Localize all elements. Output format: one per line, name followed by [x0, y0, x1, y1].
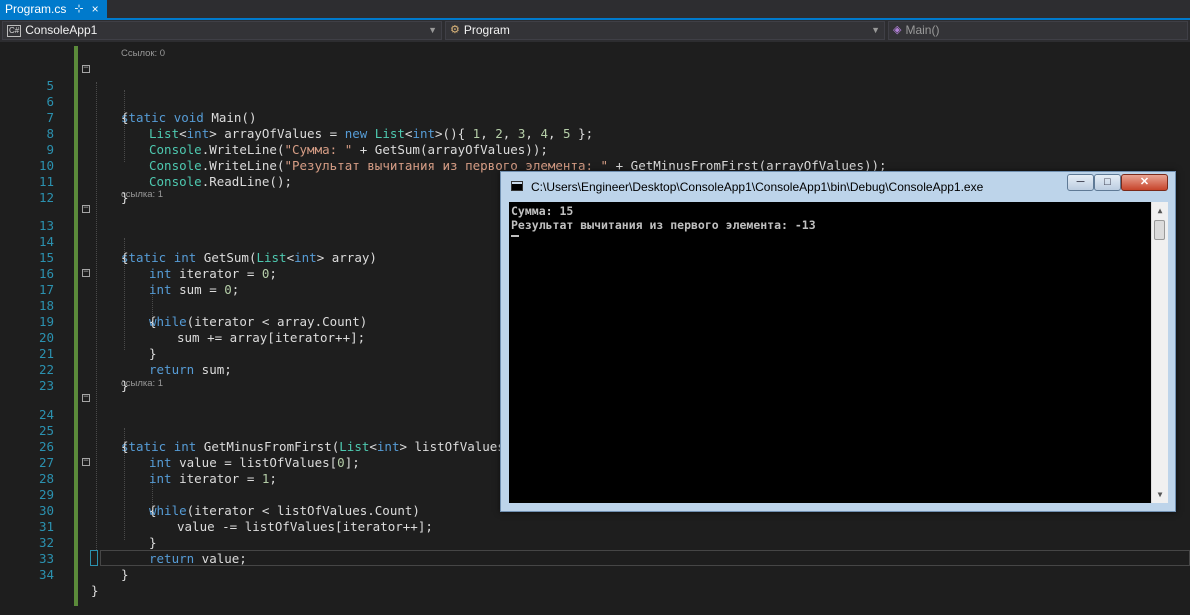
console-window[interactable]: C:\Users\Engineer\Desktop\ConsoleApp1\Co…: [500, 171, 1176, 512]
code-line: 6 {: [0, 78, 1190, 125]
code-line: 34 }: [0, 551, 1190, 598]
brace-match-highlight: [90, 550, 98, 566]
navigation-bar: C# ConsoleApp1 ▼ ⚙ Program ▼ ◈ Main(): [0, 20, 1190, 42]
line-number: 34: [38, 567, 54, 582]
brace: }: [91, 583, 99, 598]
code-line: 8 Console.WriteLine("Сумма: " + GetSum(a…: [0, 110, 1190, 157]
scroll-down-icon[interactable]: ▼: [1152, 486, 1168, 503]
csharp-project-icon: C#: [7, 24, 22, 37]
code-line: 33 }: [0, 535, 1190, 582]
pin-icon[interactable]: ⊹: [74, 0, 83, 18]
code-line: 5 − static void Main(): [0, 62, 1190, 126]
class-icon: ⚙: [450, 24, 460, 36]
member-name: Main(): [905, 23, 940, 37]
console-app-icon: [511, 181, 523, 191]
maximize-button[interactable]: □: [1094, 174, 1121, 191]
console-output[interactable]: Сумма: 15 Результат вычитания из первого…: [509, 202, 1168, 503]
chevron-down-icon: ▼: [428, 25, 437, 35]
tab-label: Program.cs: [5, 2, 67, 16]
class-dropdown[interactable]: ⚙ Program ▼: [445, 21, 885, 40]
collapse-icon[interactable]: −: [82, 268, 90, 277]
brace: }: [121, 567, 129, 582]
console-scrollbar[interactable]: ▲ ▼: [1151, 202, 1168, 503]
console-line: Результат вычитания из первого элемента:…: [511, 218, 816, 232]
minimize-button[interactable]: ─: [1067, 174, 1094, 191]
chevron-down-icon: ▼: [871, 25, 880, 35]
code-line: 9 Console.WriteLine("Результат вычитания…: [0, 126, 1190, 173]
close-tab-icon[interactable]: ×: [92, 0, 99, 18]
collapse-icon[interactable]: −: [82, 393, 90, 402]
reference-count[interactable]: Ссылок: 0: [121, 47, 165, 61]
member-dropdown[interactable]: ◈ Main(): [888, 21, 1188, 40]
class-name: Program: [463, 23, 510, 37]
console-cursor: [511, 235, 519, 237]
document-tab-bar: Program.cs ⊹ ×: [0, 0, 1190, 20]
collapse-icon[interactable]: −: [82, 64, 90, 73]
code-line: 10 Console.ReadLine();: [0, 142, 1190, 189]
collapse-icon[interactable]: −: [82, 457, 90, 466]
project-name: ConsoleApp1: [25, 23, 98, 37]
collapse-icon[interactable]: −: [82, 204, 90, 213]
tab-program-cs[interactable]: Program.cs ⊹ ×: [0, 0, 107, 18]
code-line: 32 return value;: [0, 519, 1190, 566]
close-button[interactable]: ✕: [1121, 174, 1168, 191]
scroll-up-icon[interactable]: ▲: [1152, 202, 1168, 219]
project-dropdown[interactable]: C# ConsoleApp1 ▼: [2, 21, 442, 40]
window-title: C:\Users\Engineer\Desktop\ConsoleApp1\Co…: [531, 180, 984, 194]
console-line: Сумма: 15: [511, 204, 574, 218]
scrollbar-thumb[interactable]: [1154, 220, 1165, 240]
method-icon: ◈: [893, 24, 902, 36]
code-line: 7 List<int> arrayOfValues = new List<int…: [0, 94, 1190, 141]
